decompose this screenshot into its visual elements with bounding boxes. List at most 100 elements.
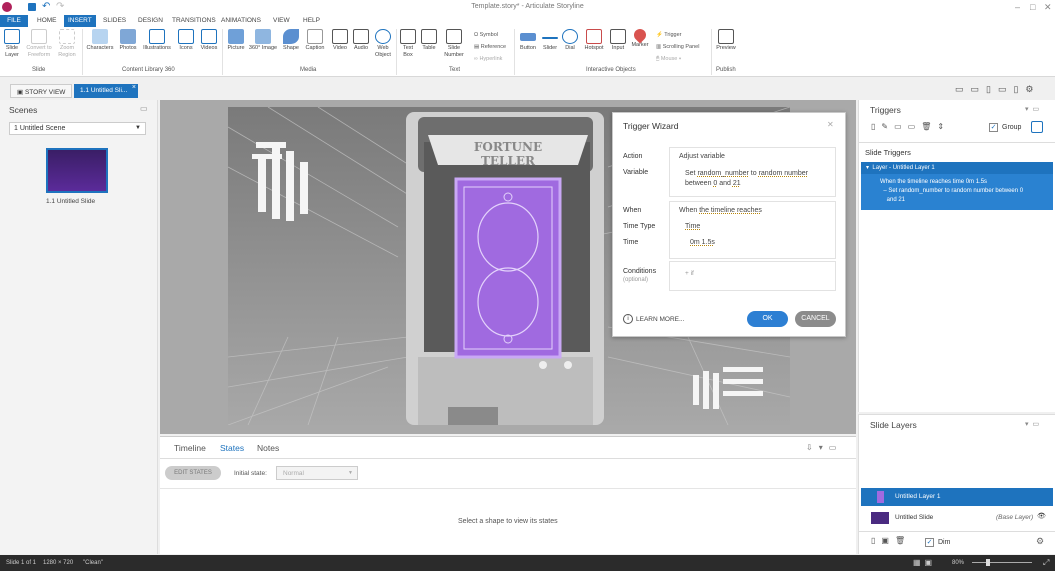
- convert-freeform-button[interactable]: Convert to Freeform: [24, 29, 54, 58]
- minimize-icon[interactable]: –: [1015, 2, 1020, 12]
- zoom-slider[interactable]: [972, 559, 1032, 566]
- dialog-close-icon[interactable]: ✕: [827, 120, 834, 129]
- caption-button[interactable]: Caption: [303, 29, 327, 52]
- zoom-slider-thumb[interactable]: [986, 559, 990, 566]
- button-insert-button[interactable]: Button: [517, 29, 539, 52]
- tab-design[interactable]: DESIGN: [138, 17, 163, 24]
- tab-home[interactable]: HOME: [37, 17, 57, 24]
- tab-slides[interactable]: SLIDES: [103, 17, 126, 24]
- trigger-item[interactable]: When the timeline reaches time 0m 1.5s –…: [861, 174, 1053, 210]
- ok-button[interactable]: OK: [747, 311, 788, 327]
- tab-transitions[interactable]: TRANSITIONS: [172, 17, 216, 24]
- tab-timeline[interactable]: Timeline: [174, 443, 206, 453]
- symbol-button[interactable]: Ω Symbol: [474, 32, 498, 38]
- scrolling-panel-button[interactable]: ▥ Scrolling Panel: [656, 44, 699, 50]
- scenes-title: Scenes: [9, 105, 38, 115]
- hyperlink-button[interactable]: ∞ Hyperlink: [474, 56, 502, 62]
- layer-toolbar[interactable]: ▯▣🗑: [871, 536, 911, 545]
- edit-states-button[interactable]: EDIT STATES: [165, 466, 221, 480]
- picture-icon: [228, 29, 244, 44]
- status-theme: "Clean": [83, 560, 103, 566]
- slide-thumbnail[interactable]: [46, 148, 108, 193]
- panel-menu-icons[interactable]: ▾▭: [1025, 420, 1043, 428]
- layer-header[interactable]: ▾ Layer - Untitled Layer 1: [866, 164, 935, 171]
- tab-notes[interactable]: Notes: [257, 443, 279, 453]
- wizard-title: Trigger Wizard: [623, 121, 679, 131]
- when-value[interactable]: When the timeline reaches: [679, 207, 762, 214]
- dim-checkbox[interactable]: ✓: [925, 538, 934, 547]
- status-size: 1280 × 720: [43, 560, 74, 566]
- triggers-panel: Triggers ▾▭ ▯✎▭▭🗑⇕ ✓ Group Slide Trigger…: [858, 100, 1055, 412]
- marker-button[interactable]: Marker: [629, 26, 651, 49]
- group-checkbox[interactable]: ✓: [989, 123, 998, 132]
- web-object-button[interactable]: Web Object: [372, 29, 394, 58]
- reference-button[interactable]: ▤ Reference: [474, 44, 506, 50]
- tab-help[interactable]: HELP: [303, 17, 320, 24]
- time-value[interactable]: 0m 1.5s: [690, 239, 715, 246]
- bottom-panel: Timeline States Notes ⇩▾▭ EDIT STATES In…: [160, 436, 856, 554]
- close-tab-icon[interactable]: ×: [132, 84, 136, 91]
- picture-button[interactable]: Picture: [225, 29, 247, 52]
- icons-button[interactable]: Icons: [176, 29, 196, 52]
- add-condition-link[interactable]: + if: [685, 270, 694, 277]
- globe-icon: [375, 29, 391, 44]
- action-value[interactable]: Adjust variable: [679, 153, 725, 160]
- eye-icon[interactable]: 👁: [1037, 512, 1046, 520]
- device-view-icons[interactable]: ▭▭▯▭▯⚙: [955, 84, 1040, 95]
- layer-settings-icon[interactable]: ⚙: [1036, 536, 1044, 547]
- current-slide-tab[interactable]: 1.1 Untitled Sli... ×: [74, 84, 138, 98]
- audio-button[interactable]: Audio: [351, 29, 371, 52]
- tab-insert[interactable]: INSERT: [64, 15, 96, 27]
- slider-button[interactable]: Slider: [540, 29, 560, 52]
- scene-select[interactable]: 1 Untitled Scene ▼: [9, 122, 146, 135]
- preview-button[interactable]: Preview: [714, 29, 738, 52]
- time-type-value[interactable]: Time: [685, 223, 700, 230]
- video-button[interactable]: Video: [330, 29, 350, 52]
- photos-button[interactable]: Photos: [117, 29, 139, 52]
- panel-float-icon[interactable]: ▭: [140, 104, 148, 113]
- group-settings-icon[interactable]: [1031, 121, 1043, 133]
- dial-button[interactable]: Dial: [561, 29, 579, 52]
- zoom-level: 80%: [952, 560, 965, 566]
- videos-button[interactable]: Videos: [198, 29, 220, 52]
- group-media: Media: [300, 67, 317, 73]
- close-icon[interactable]: ✕: [1044, 2, 1052, 13]
- window-title: Template.story* - Articulate Storyline: [471, 3, 584, 10]
- layer-row-base[interactable]: Untitled Slide (Base Layer) 👁: [861, 509, 1053, 527]
- fit-window-icon[interactable]: ⤢: [1043, 558, 1049, 568]
- cancel-button[interactable]: CANCEL: [795, 311, 836, 327]
- illustrations-button[interactable]: Illustrations: [140, 29, 174, 52]
- trigger-button[interactable]: ⚡ Trigger: [656, 32, 682, 38]
- layer-row-1[interactable]: Untitled Layer 1: [861, 488, 1053, 506]
- slide-banner-text: FORTUNE TELLER: [473, 140, 543, 168]
- learn-more-link[interactable]: LEARN MORE...: [636, 316, 684, 323]
- zoom-region-button[interactable]: Zoom Region: [55, 29, 79, 58]
- trigger-list[interactable]: ▾ Layer - Untitled Layer 1 When the time…: [861, 162, 1053, 210]
- input-button[interactable]: Input: [608, 29, 628, 52]
- characters-button[interactable]: Characters: [85, 29, 115, 52]
- tab-file[interactable]: FILE: [0, 15, 28, 27]
- slide-layer-button[interactable]: Slide Layer: [2, 29, 22, 58]
- group-label: Group: [1002, 124, 1022, 131]
- initial-state-select[interactable]: Normal ▼: [276, 466, 358, 480]
- tab-states[interactable]: States: [220, 443, 244, 453]
- text-box-button[interactable]: Text Box: [398, 29, 418, 58]
- group-slide: Slide: [32, 67, 46, 73]
- hotspot-button[interactable]: Hotspot: [582, 29, 606, 52]
- panel-menu-icons[interactable]: ▾▭: [1025, 105, 1043, 113]
- view-icons[interactable]: ▦▣: [913, 558, 936, 567]
- slide-number-button[interactable]: Slide Number: [441, 29, 467, 58]
- trigger-toolbar[interactable]: ▯✎▭▭🗑⇕: [871, 122, 950, 131]
- shape-button[interactable]: Shape: [280, 29, 302, 52]
- dial-icon: [562, 29, 578, 44]
- tab-animations[interactable]: ANIMATIONS: [221, 17, 261, 24]
- maximize-icon[interactable]: □: [1030, 2, 1035, 12]
- panel-options-icons[interactable]: ⇩▾▭: [806, 443, 842, 452]
- tab-view[interactable]: VIEW: [273, 17, 290, 24]
- mouse-button[interactable]: 🖱 Mouse ▾: [656, 56, 681, 63]
- story-view-tab[interactable]: ▣ STORY VIEW: [10, 84, 73, 98]
- image360-button[interactable]: 360° Image: [248, 29, 278, 52]
- variable-statement[interactable]: Set random_number to random number betwe…: [685, 169, 833, 189]
- table-button[interactable]: Table: [419, 29, 439, 52]
- button-icon: [520, 33, 536, 41]
